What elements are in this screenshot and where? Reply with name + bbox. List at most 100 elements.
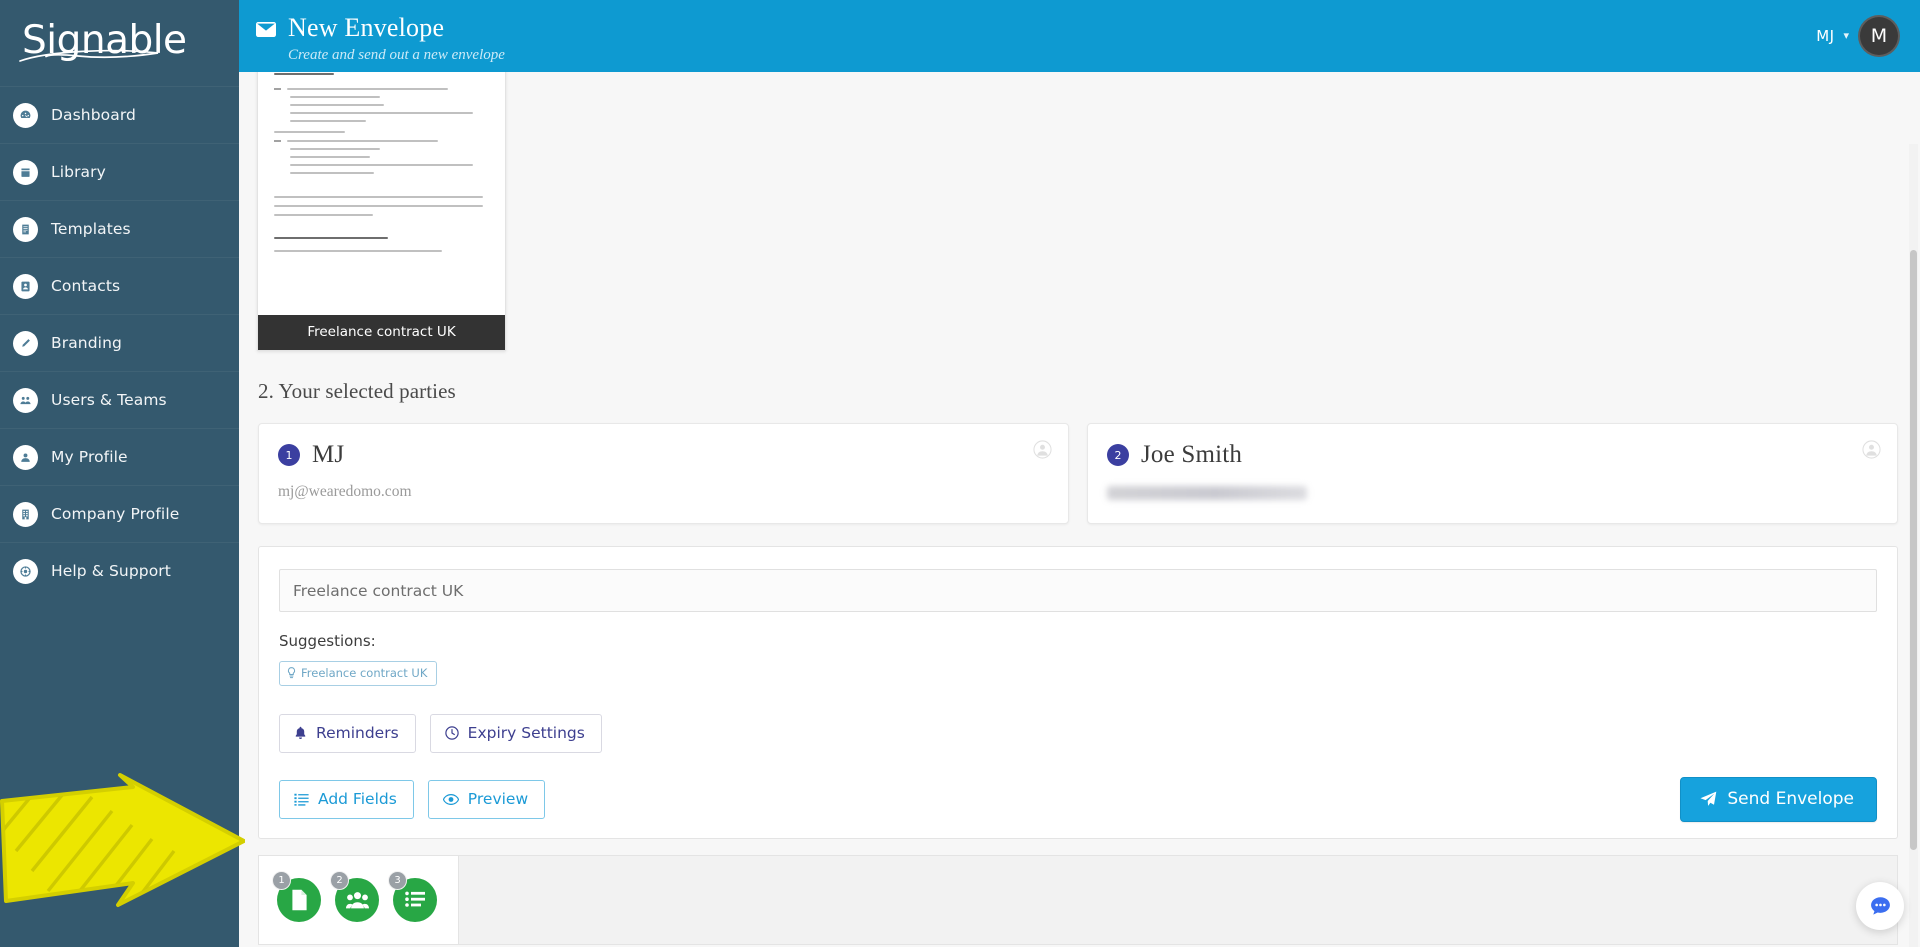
sidebar-item-label: Contacts	[51, 277, 120, 295]
my-profile-icon	[13, 445, 38, 470]
sidebar-item-my-profile[interactable]: My Profile	[0, 428, 239, 485]
bell-icon	[294, 726, 307, 740]
avatar-placeholder-icon	[1862, 440, 1881, 459]
sidebar: Signable Dashboard Library	[0, 0, 239, 947]
action-left-group: Add Fields Preview	[279, 780, 545, 819]
chat-widget-button[interactable]	[1856, 882, 1904, 930]
sidebar-item-label: Users & Teams	[51, 391, 167, 409]
parties-list: 1 MJ mj@wearedomo.com 2 Jo	[239, 404, 1920, 524]
party-name: Joe Smith	[1141, 441, 1242, 469]
preview-button[interactable]: Preview	[428, 780, 545, 819]
party-email: mj@wearedomo.com	[278, 483, 1049, 501]
paper-plane-icon	[1700, 791, 1717, 807]
step-number-badge: 2	[330, 871, 349, 890]
sidebar-item-label: Library	[51, 163, 106, 181]
party-number-badge: 2	[1107, 444, 1129, 466]
contacts-icon	[13, 274, 38, 299]
sidebar-item-help-support[interactable]: Help & Support	[0, 542, 239, 599]
brand-name: Signable	[22, 21, 187, 64]
expiry-settings-label: Expiry Settings	[468, 724, 585, 742]
avatar[interactable]: M	[1858, 15, 1900, 57]
document-thumbnail-card[interactable]: Freelance contract UK	[257, 72, 506, 351]
eye-icon	[443, 794, 459, 805]
party-number-badge: 1	[278, 444, 300, 466]
add-fields-label: Add Fields	[318, 790, 397, 808]
field-tool-document[interactable]: 1	[277, 878, 321, 922]
sidebar-item-branding[interactable]: Branding	[0, 314, 239, 371]
sidebar-item-users-teams[interactable]: Users & Teams	[0, 371, 239, 428]
party-header: 1 MJ	[278, 441, 1049, 469]
sidebar-item-label: Templates	[51, 220, 131, 238]
field-tool-people[interactable]: 2	[335, 878, 379, 922]
send-envelope-button[interactable]: Send Envelope	[1680, 777, 1877, 822]
suggestions-label: Suggestions:	[279, 632, 1877, 650]
add-fields-button[interactable]: Add Fields	[279, 780, 414, 819]
field-placement-canvas[interactable]	[458, 855, 1898, 945]
suggestion-chip[interactable]: Freelance contract UK	[279, 661, 437, 686]
user-menu[interactable]: MJ ▾ M	[1816, 15, 1900, 57]
expiry-settings-button[interactable]: Expiry Settings	[430, 714, 602, 753]
envelope-icon	[255, 21, 277, 43]
page-content: Freelance contract UK 2. Your selected p…	[239, 72, 1920, 945]
field-tool-fields[interactable]: 3	[393, 878, 437, 922]
action-row: Add Fields Preview	[279, 777, 1877, 822]
reminders-button[interactable]: Reminders	[279, 714, 416, 753]
page-title: New Envelope	[288, 13, 505, 43]
page-subtitle: Create and send out a new envelope	[288, 45, 505, 65]
help-support-icon	[13, 559, 38, 584]
sidebar-item-label: Company Profile	[51, 505, 179, 523]
party-header: 2 Joe Smith	[1107, 441, 1878, 469]
sidebar-item-label: Branding	[51, 334, 122, 352]
step-number-badge: 3	[388, 871, 407, 890]
sidebar-item-templates[interactable]: Templates	[0, 200, 239, 257]
branding-pencil-icon	[13, 331, 38, 356]
scroll-area: Freelance contract UK 2. Your selected p…	[239, 72, 1920, 947]
sidebar-nav: Dashboard Library Templates Contacts	[0, 84, 239, 599]
step-number-badge: 1	[272, 871, 291, 890]
library-icon	[13, 160, 38, 185]
scrollbar-thumb[interactable]	[1910, 250, 1917, 850]
app-root: Signable Dashboard Library	[0, 0, 1920, 947]
sidebar-item-label: My Profile	[51, 448, 128, 466]
header-titles: New Envelope Create and send out a new e…	[288, 13, 505, 65]
envelope-settings-inner: Suggestions: Freelance contract UK	[259, 547, 1897, 838]
list-icon	[294, 793, 309, 806]
settings-button-row: Reminders Expiry Settings	[279, 714, 1877, 753]
users-teams-icon	[13, 388, 38, 413]
send-envelope-label: Send Envelope	[1727, 789, 1854, 809]
chat-bubble-icon	[1868, 894, 1893, 919]
clock-icon	[445, 726, 459, 740]
document-caption: Freelance contract UK	[258, 315, 505, 350]
envelope-title-input[interactable]	[279, 569, 1877, 612]
templates-icon	[13, 217, 38, 242]
brand-logo[interactable]: Signable	[0, 0, 239, 84]
envelope-settings-panel: Suggestions: Freelance contract UK	[258, 546, 1898, 839]
party-card[interactable]: 2 Joe Smith	[1087, 423, 1898, 524]
field-tools-strip: 1	[258, 855, 1898, 945]
company-profile-icon	[13, 502, 38, 527]
dashboard-icon	[13, 103, 38, 128]
party-email-redacted	[1107, 486, 1307, 500]
sidebar-item-label: Dashboard	[51, 106, 136, 124]
lightbulb-icon	[287, 667, 296, 679]
header-left: New Envelope Create and send out a new e…	[255, 8, 505, 65]
parties-section-title: 2. Your selected parties	[239, 369, 1920, 404]
party-name: MJ	[312, 441, 344, 469]
vertical-scrollbar[interactable]	[1909, 144, 1918, 947]
document-preview-page	[258, 72, 505, 315]
chevron-down-icon[interactable]: ▾	[1843, 31, 1849, 42]
sidebar-item-library[interactable]: Library	[0, 143, 239, 200]
sidebar-item-dashboard[interactable]: Dashboard	[0, 86, 239, 143]
main-column: New Envelope Create and send out a new e…	[239, 0, 1920, 947]
suggestion-chip-label: Freelance contract UK	[301, 666, 427, 680]
user-initials: MJ	[1816, 27, 1834, 45]
field-tool-palette: 1	[258, 855, 458, 945]
avatar-placeholder-icon	[1033, 440, 1052, 459]
sidebar-item-company-profile[interactable]: Company Profile	[0, 485, 239, 542]
sidebar-item-contacts[interactable]: Contacts	[0, 257, 239, 314]
document-strip: Freelance contract UK	[239, 72, 1920, 369]
preview-label: Preview	[468, 790, 528, 808]
reminders-label: Reminders	[316, 724, 399, 742]
page-header: New Envelope Create and send out a new e…	[239, 0, 1920, 72]
party-card[interactable]: 1 MJ mj@wearedomo.com	[258, 423, 1069, 524]
